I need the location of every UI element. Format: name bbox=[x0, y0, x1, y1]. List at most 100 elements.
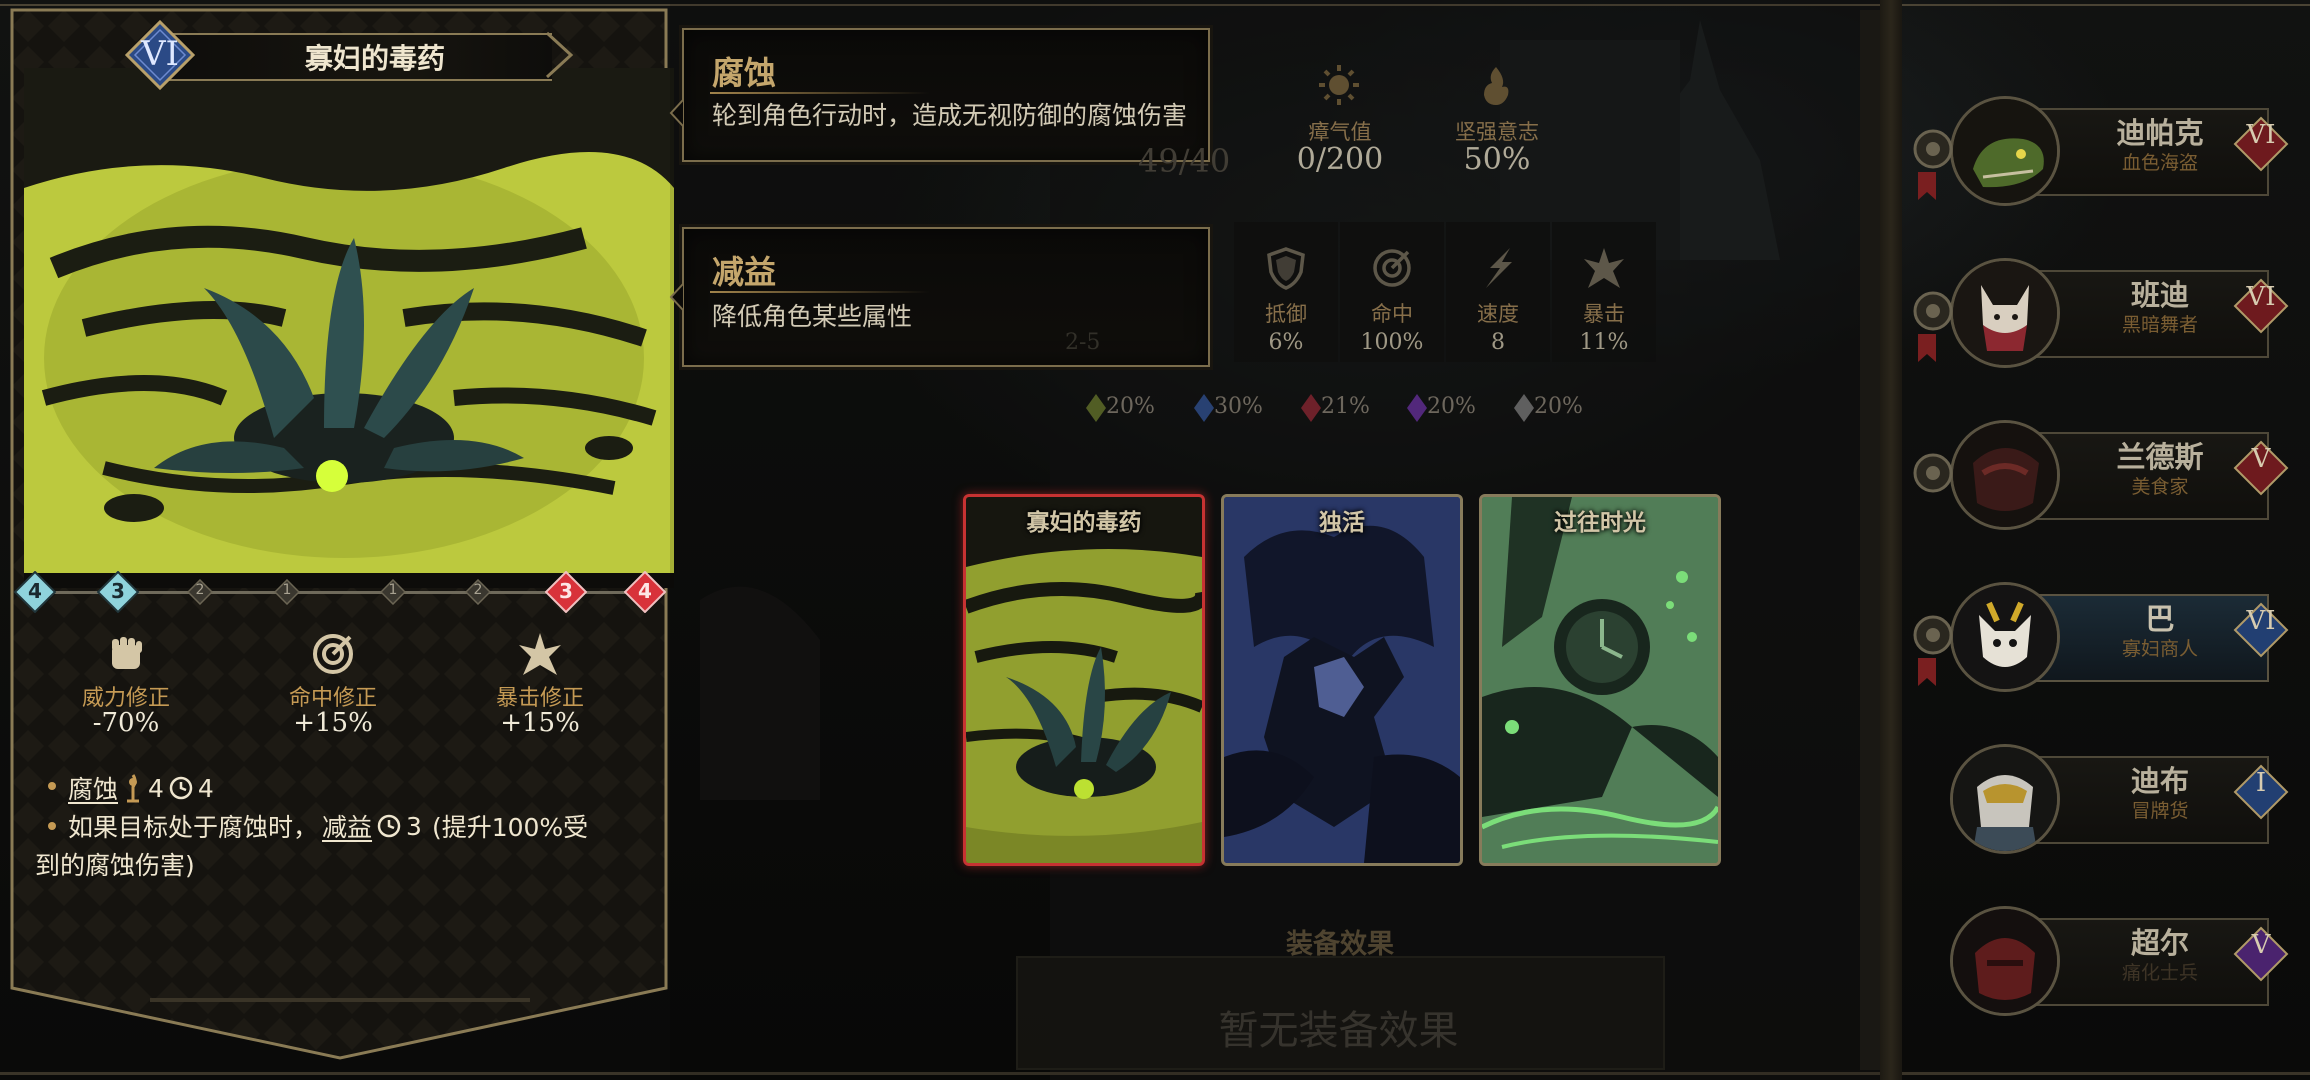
power-icon bbox=[127, 774, 140, 803]
stat-value-accuracy: 100% bbox=[1360, 330, 1424, 355]
skill-card-widow-poison[interactable]: 寡妇的毒药 bbox=[963, 494, 1205, 866]
banner-chevron bbox=[545, 31, 574, 79]
keyword-debuff-link[interactable]: 减益 bbox=[322, 808, 372, 844]
speed-icon bbox=[1486, 248, 1512, 288]
keyword-corrosion-link[interactable]: 腐蚀 bbox=[68, 770, 118, 806]
debuff-duration-value: 3 bbox=[406, 811, 422, 841]
tooltip-pointer bbox=[669, 283, 684, 311]
stat-label-speed: 速度 bbox=[1477, 302, 1519, 326]
hero-class-title: 冒牌货 bbox=[2131, 800, 2189, 822]
party-hero-row-deepak[interactable]: 迪帕克 血色海盗 VI bbox=[1910, 96, 2290, 206]
resistance-value: 30% bbox=[1214, 394, 1263, 419]
party-hero-row-dibu[interactable]: 迪布 冒牌货 I bbox=[1910, 744, 2290, 854]
top-frame-rule bbox=[0, 4, 2310, 6]
position-pip-ally-1-label: 1 bbox=[282, 582, 292, 598]
hero-portrait-avatar bbox=[1950, 582, 2060, 692]
position-pip-enemy-2-label: 2 bbox=[473, 582, 483, 598]
crit-burst-icon bbox=[1584, 248, 1624, 288]
effect-condition-text: 如果目标处于腐蚀时， bbox=[68, 813, 319, 842]
effect-bullet bbox=[48, 822, 56, 830]
corrosion-duration-value: 4 bbox=[197, 773, 214, 803]
duration-clock-icon bbox=[169, 776, 193, 800]
resistance-bleed-icon bbox=[1301, 394, 1321, 422]
party-panel-divider bbox=[1880, 0, 1902, 1080]
hero-portrait-avatar bbox=[1950, 96, 2060, 206]
skill-card-hemlock[interactable]: 独活 bbox=[1221, 494, 1463, 866]
hero-name: 迪布 bbox=[2130, 764, 2189, 798]
tooltip-title: 腐蚀 bbox=[712, 54, 777, 92]
position-pip-ally-2-label: 2 bbox=[195, 582, 205, 598]
modifier-value-power: -70% bbox=[92, 708, 160, 738]
hero-rank-label: I bbox=[2255, 768, 2267, 798]
hero-class-title: 寡妇商人 bbox=[2121, 638, 2198, 660]
stress-value: 0/200 bbox=[1296, 142, 1384, 177]
hero-rank-label: V bbox=[2251, 930, 2271, 960]
resistance-move-icon bbox=[1514, 394, 1534, 422]
position-pip-enemy-3-label: 3 bbox=[559, 579, 573, 603]
duration-clock-icon bbox=[377, 814, 401, 838]
stat-label-accuracy: 命中 bbox=[1371, 302, 1413, 326]
widow-poison-card-art bbox=[966, 497, 1202, 863]
equipment-empty-text: 暂无装备效果 bbox=[1218, 1008, 1459, 1054]
hero-name: 兰德斯 bbox=[2116, 440, 2204, 474]
stat-label-crit: 暴击 bbox=[1583, 302, 1625, 326]
resistance-value: 20% bbox=[1534, 394, 1583, 419]
tooltip-title-underline bbox=[710, 92, 930, 94]
hero-name: 巴 bbox=[2145, 602, 2175, 636]
hero-name: 班迪 bbox=[2130, 278, 2189, 312]
party-hero-row-ba-selected[interactable]: 巴 寡妇商人 VI bbox=[1910, 582, 2290, 692]
stat-value-defense: 6% bbox=[1268, 330, 1304, 355]
effect-detail-text: (提升100%受 bbox=[431, 813, 589, 842]
hp-partial-value: 49/40 bbox=[1138, 142, 1231, 180]
skill-rank-label: VI bbox=[141, 34, 179, 74]
stat-value-speed: 8 bbox=[1491, 330, 1505, 355]
effect-line-debuff: 如果目标处于腐蚀时， 减益 3 (提升100%受 bbox=[68, 808, 588, 844]
position-pip-enemy-1-label: 1 bbox=[388, 582, 398, 598]
hero-portrait-avatar bbox=[1950, 906, 2060, 1016]
skill-card-title: 独活 bbox=[1319, 510, 1365, 536]
stat-value-crit: 11% bbox=[1579, 330, 1629, 355]
skill-card-bygone-times[interactable]: 过往时光 bbox=[1479, 494, 1721, 866]
gear-badge-icon bbox=[1913, 129, 1953, 169]
resistance-value: 21% bbox=[1321, 394, 1370, 419]
damage-partial-value: 2-5 bbox=[1065, 330, 1101, 355]
hero-name: 迪帕克 bbox=[2116, 116, 2204, 150]
ribbon-icon bbox=[1918, 658, 1936, 686]
resolve-value: 50% bbox=[1463, 142, 1531, 177]
hero-class-title: 痛化士兵 bbox=[2121, 962, 2198, 984]
party-hero-row-chaoer[interactable]: 超尔 痛化士兵 V bbox=[1910, 906, 2290, 1016]
modifier-value-crit: +15% bbox=[500, 708, 580, 738]
crit-burst-icon bbox=[519, 633, 561, 675]
effect-bullet bbox=[48, 782, 56, 790]
resistance-blight-icon bbox=[1086, 394, 1106, 422]
party-hero-row-landes[interactable]: 兰德斯 美食家 V bbox=[1910, 420, 2290, 530]
ribbon-icon bbox=[1918, 172, 1936, 200]
hero-rank-label: VI bbox=[2246, 606, 2276, 636]
position-pip-ally-4-label: 4 bbox=[28, 579, 42, 603]
bottom-frame-rule bbox=[0, 1072, 2310, 1075]
hero-rank-label: VI bbox=[2246, 120, 2276, 150]
tooltip-corrosion: 腐蚀 轮到角色行动时，造成无视防御的腐蚀伤害 bbox=[682, 28, 1210, 162]
hemlock-card-art bbox=[1224, 497, 1460, 863]
resistance-value: 20% bbox=[1106, 394, 1155, 419]
resistance-value: 20% bbox=[1427, 394, 1476, 419]
tooltip-title: 减益 bbox=[712, 253, 777, 291]
hero-portrait-avatar bbox=[1950, 420, 2060, 530]
skill-detail-panel: VI 寡妇的毒药 4 3 2 1 1 2 3 4 威力修正 -70% 命中修正 … bbox=[10, 8, 674, 1063]
tooltip-debuff: 减益 降低角色某些属性 bbox=[682, 227, 1210, 367]
tooltip-title-underline bbox=[710, 291, 930, 293]
tooltip-description: 降低角色某些属性 bbox=[712, 302, 913, 331]
bygone-times-card-art bbox=[1482, 497, 1718, 863]
hero-rank-label: VI bbox=[2246, 282, 2276, 312]
party-hero-row-bandy[interactable]: 班迪 黑暗舞者 VI bbox=[1910, 258, 2290, 368]
gear-badge-icon bbox=[1913, 453, 1953, 493]
skill-card-title: 寡妇的毒药 bbox=[1026, 510, 1142, 536]
modifier-value-accuracy: +15% bbox=[293, 708, 373, 738]
hero-portrait-avatar bbox=[1950, 744, 2060, 854]
tooltip-description: 轮到角色行动时，造成无视防御的腐蚀伤害 bbox=[712, 101, 1188, 130]
skill-card-title: 过往时光 bbox=[1554, 510, 1646, 536]
hero-portrait-avatar bbox=[1950, 258, 2060, 368]
stat-label-defense: 抵御 bbox=[1265, 302, 1307, 326]
hero-name: 超尔 bbox=[2130, 926, 2189, 960]
resistance-debuff-icon bbox=[1407, 394, 1427, 422]
